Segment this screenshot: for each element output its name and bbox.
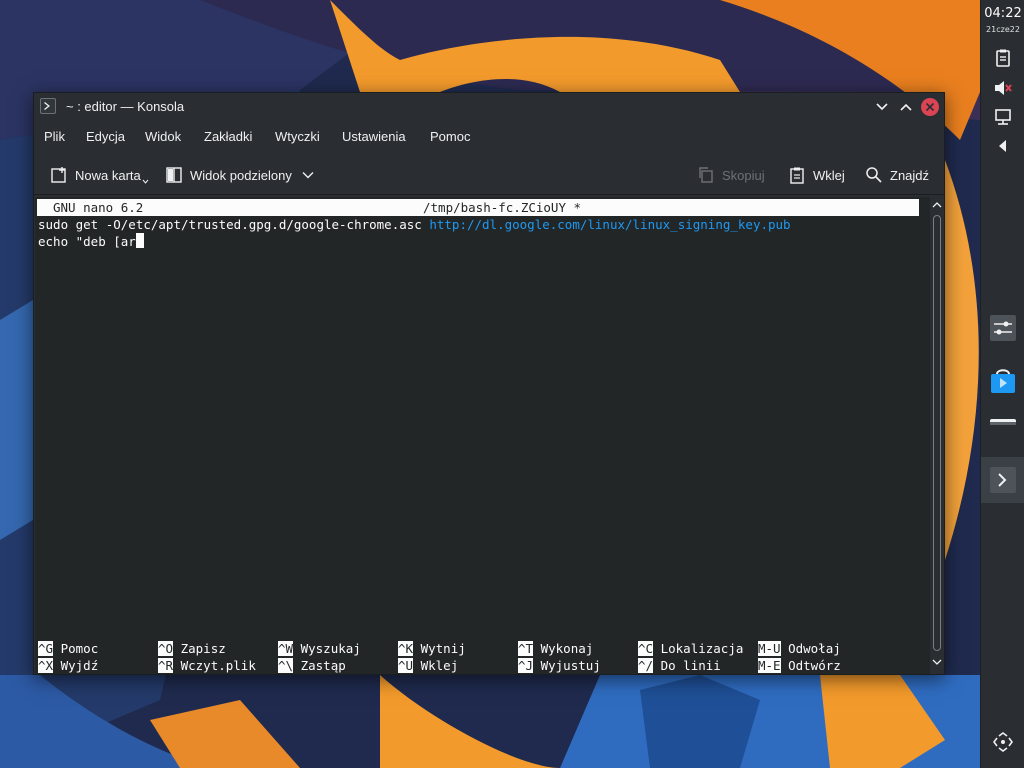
paste-icon xyxy=(790,167,804,184)
file-manager-icon[interactable] xyxy=(987,414,1019,446)
shortcut-cut: ^K Wytnij xyxy=(398,641,466,656)
maximize-chevron-up-icon[interactable] xyxy=(896,97,916,117)
new-tab-button[interactable]: Nowa karta xyxy=(50,163,149,187)
move-panel-icon[interactable] xyxy=(993,732,1013,752)
editor-line-1-text: sudo get -O/etc/apt/trusted.gpg.d/google… xyxy=(38,217,430,232)
shortcut-redo: M-E Odtwórz xyxy=(758,658,841,673)
clock-date[interactable]: 21cze22 xyxy=(981,25,1024,34)
editor-line-2[interactable]: echo "deb [ar xyxy=(38,233,144,250)
menu-bar: Plik Edycja Widok Zakładki Wtyczki Ustaw… xyxy=(34,123,944,151)
editor-line-2-text: echo "deb [ar xyxy=(38,234,136,249)
copy-label: Skopiuj xyxy=(722,167,765,183)
shortcut-read-file: ^R Wczyt.plik xyxy=(158,658,256,673)
scroll-down-icon[interactable] xyxy=(932,657,942,667)
split-view-label: Widok podzielony xyxy=(190,167,292,183)
new-tab-label: Nowa karta xyxy=(75,167,141,183)
shortcut-save: ^O Zapisz xyxy=(158,641,226,656)
network-icon[interactable] xyxy=(993,107,1013,127)
find-button[interactable]: Znajdź xyxy=(865,163,929,187)
shortcut-execute: ^T Wykonaj xyxy=(518,641,594,656)
menu-plik[interactable]: Plik xyxy=(44,129,65,144)
shortcut-go-to-line: ^/ Do linii xyxy=(638,658,721,673)
new-tab-icon xyxy=(51,167,66,183)
system-settings-icon[interactable] xyxy=(987,312,1019,344)
menu-widok[interactable]: Widok xyxy=(145,129,181,144)
shortcut-help: ^G Pomoc xyxy=(38,641,99,656)
nano-filename: /tmp/bash-fc.ZCioUY * xyxy=(423,200,582,215)
discover-store-icon[interactable] xyxy=(987,365,1019,397)
terminal-scrollbar[interactable] xyxy=(930,197,944,674)
menu-zakladki[interactable]: Zakładki xyxy=(204,129,252,144)
shortcut-paste: ^U Wklej xyxy=(398,658,459,673)
minimize-chevron-down-icon[interactable] xyxy=(872,97,892,117)
split-view-button[interactable]: Widok podzielony xyxy=(165,163,321,187)
menu-wtyczki[interactable]: Wtyczki xyxy=(275,129,320,144)
search-icon xyxy=(866,167,882,183)
signing-key-url[interactable]: http://dl.google.com/linux/linux_signing… xyxy=(429,217,790,232)
menu-pomoc[interactable]: Pomoc xyxy=(430,129,470,144)
scrollbar-handle[interactable] xyxy=(933,215,941,651)
shortcut-replace: ^\ Zastąp xyxy=(278,658,346,673)
clock-time[interactable]: 04:22 xyxy=(981,6,1024,21)
konsole-window: ~ : editor — Konsola Plik Edycja Widok Z… xyxy=(33,92,945,675)
copy-icon xyxy=(699,167,713,183)
volume-muted-icon[interactable] xyxy=(993,78,1013,98)
menu-edycja[interactable]: Edycja xyxy=(86,129,125,144)
shortcut-search: ^W Wyszukaj xyxy=(278,641,361,656)
konsole-icon[interactable] xyxy=(987,464,1019,496)
terminal-app-icon[interactable] xyxy=(40,98,56,114)
expand-tray-icon[interactable] xyxy=(993,136,1013,156)
dropdown-arrow-icon xyxy=(142,179,149,184)
clipboard-icon[interactable] xyxy=(993,48,1013,68)
shortcut-exit: ^X Wyjdź xyxy=(38,658,99,673)
paste-label: Wklej xyxy=(813,167,845,183)
split-view-icon xyxy=(166,167,182,183)
menu-ustawienia[interactable]: Ustawienia xyxy=(342,129,406,144)
window-title: ~ : editor — Konsola xyxy=(66,99,185,114)
scroll-up-icon[interactable] xyxy=(932,200,942,210)
paste-button[interactable]: Wklej xyxy=(788,163,845,187)
copy-button[interactable]: Skopiuj xyxy=(697,163,765,187)
find-label: Znajdź xyxy=(890,167,930,183)
shortcut-location: ^C Lokalizacja xyxy=(638,641,744,656)
shortcut-undo: M-U Odwołaj xyxy=(758,641,841,656)
terminal-area[interactable]: GNU nano 6.2 /tmp/bash-fc.ZCioUY * sudo … xyxy=(35,197,930,674)
side-panel: 04:22 21cze22 xyxy=(980,0,1024,768)
toolbar: Nowa karta Widok podzielony Skopiuj Wkle… xyxy=(34,155,944,195)
text-cursor xyxy=(135,233,144,248)
close-icon[interactable] xyxy=(920,97,940,117)
editor-line-1[interactable]: sudo get -O/etc/apt/trusted.gpg.d/google… xyxy=(38,216,791,233)
chevron-down-icon[interactable] xyxy=(302,171,314,179)
shortcut-justify: ^J Wyjustuj xyxy=(518,658,601,673)
nano-header-bar: GNU nano 6.2 /tmp/bash-fc.ZCioUY * xyxy=(37,199,919,216)
title-bar[interactable]: ~ : editor — Konsola xyxy=(34,93,944,121)
nano-version: GNU nano 6.2 xyxy=(53,200,144,215)
